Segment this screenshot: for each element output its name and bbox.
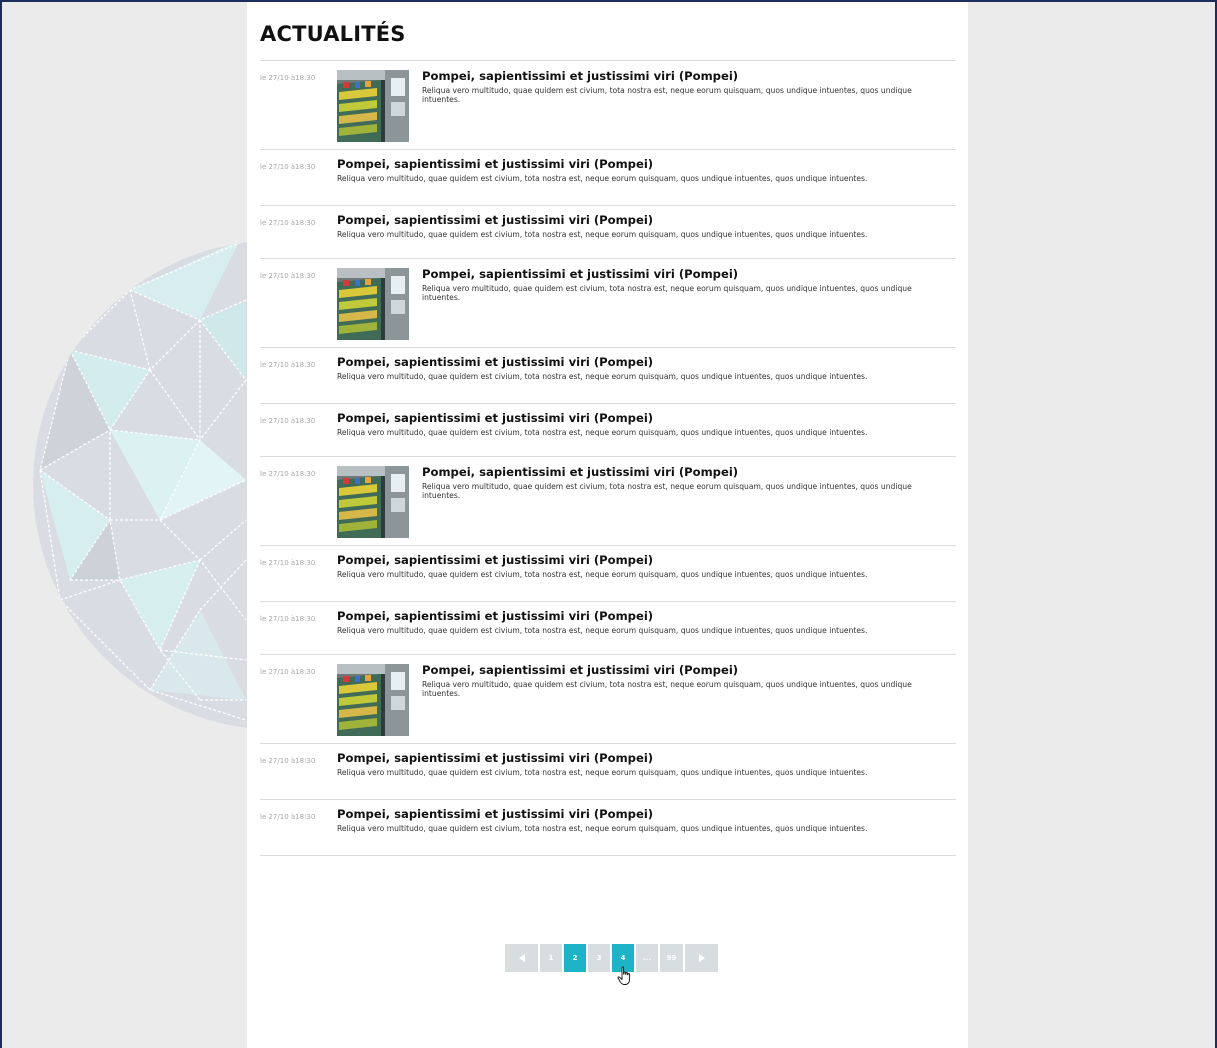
news-date: le 27/10 à18:30 <box>260 757 316 765</box>
news-date: le 27/10 à18:30 <box>260 74 316 82</box>
news-excerpt: Reliqua vero multitudo, quae quidem est … <box>337 230 868 239</box>
news-title-link[interactable]: Pompei, sapientissimi et justissimi viri… <box>422 69 946 83</box>
news-body: Pompei, sapientissimi et justissimi viri… <box>337 553 946 579</box>
news-item[interactable]: le 27/10 à18:30 Pompei, sapientissimi et … <box>260 744 956 800</box>
news-item[interactable]: le 27/10 à18:30 Pompei, sapientissimi et … <box>260 404 956 457</box>
triangle-right-icon <box>698 954 705 962</box>
news-title-link[interactable]: Pompei, sapientissimi et justissimi viri… <box>422 465 946 479</box>
news-body: Pompei, sapientissimi et justissimi viri… <box>337 751 946 777</box>
pagination-next-button[interactable] <box>685 944 718 972</box>
news-item[interactable]: le 27/10 à18:30 Pompei, sapientissimi et… <box>260 457 956 546</box>
news-title-link[interactable]: Pompei, sapientissimi et justissimi viri… <box>337 609 946 623</box>
news-item[interactable]: le 27/10 à18:30 Pompei, sapientissimi et … <box>260 150 956 206</box>
news-excerpt: Reliqua vero multitudo, quae quidem est … <box>337 372 868 381</box>
news-date: le 27/10 à18:30 <box>260 813 316 821</box>
news-excerpt: Reliqua vero multitudo, quae quidem est … <box>337 174 868 183</box>
news-item[interactable]: le 27/10 à18:30 Pompei, sapientissimi et … <box>260 602 956 655</box>
news-thumbnail[interactable] <box>337 664 409 736</box>
news-date: le 27/10 à18:30 <box>260 361 316 369</box>
news-excerpt: Reliqua vero multitudo, quae quidem est … <box>337 768 868 777</box>
news-date: le 27/10 à18:30 <box>260 615 316 623</box>
news-title-link[interactable]: Pompei, sapientissimi et justissimi viri… <box>337 751 946 765</box>
pagination-page-3[interactable]: 3 <box>588 944 610 972</box>
news-date: le 27/10 à18:30 <box>260 668 316 676</box>
news-body: Pompei, sapientissimi et justissimi viri… <box>422 69 946 104</box>
pagination-page-99[interactable]: 99 <box>660 944 683 972</box>
news-date: le 27/10 à18:30 <box>260 417 316 425</box>
news-body: Pompei, sapientissimi et justissimi viri… <box>337 609 946 635</box>
news-excerpt: Reliqua vero multitudo, quae quidem est … <box>337 824 868 833</box>
news-excerpt: Reliqua vero multitudo, quae quidem est … <box>422 482 912 500</box>
news-body: Pompei, sapientissimi et justissimi viri… <box>337 157 946 183</box>
news-body: Pompei, sapientissimi et justissimi viri… <box>422 267 946 302</box>
pagination-prev-button[interactable] <box>505 944 538 972</box>
news-item[interactable]: le 27/10 à18:30 Pompei, sapientissimi et … <box>260 546 956 602</box>
news-thumbnail[interactable] <box>337 268 409 340</box>
news-body: Pompei, sapientissimi et justissimi viri… <box>337 807 946 833</box>
pagination-ellipsis: ... <box>636 944 658 972</box>
pagination-page-2[interactable]: 2 <box>564 944 586 972</box>
news-item[interactable]: le 27/10 à18:30 Pompei, sapientissimi et… <box>260 61 956 150</box>
news-body: Pompei, sapientissimi et justissimi viri… <box>337 411 946 437</box>
news-excerpt: Reliqua vero multitudo, quae quidem est … <box>337 570 868 579</box>
news-item[interactable]: le 27/10 à18:30 Pompei, sapientissimi et… <box>260 259 956 348</box>
news-excerpt: Reliqua vero multitudo, quae quidem est … <box>422 86 912 104</box>
news-body: Pompei, sapientissimi et justissimi viri… <box>337 355 946 381</box>
main-content: ACTUALITÉS le 27/10 à18:30 Pompei, sapie… <box>247 2 968 1048</box>
news-body: Pompei, sapientissimi et justissimi viri… <box>422 663 946 698</box>
pagination: 1 2 3 4... 99 <box>505 944 718 972</box>
geodesic-sphere-decoration <box>33 240 250 730</box>
news-thumbnail[interactable] <box>337 70 409 142</box>
news-list: le 27/10 à18:30 Pompei, sapientissimi et… <box>260 60 956 856</box>
news-date: le 27/10 à18:30 <box>260 559 316 567</box>
hand-pointer-icon <box>617 966 631 985</box>
news-date: le 27/10 à18:30 <box>260 272 316 280</box>
news-item[interactable]: le 27/10 à18:30 Pompei, sapientissimi et … <box>260 800 956 856</box>
news-title-link[interactable]: Pompei, sapientissimi et justissimi viri… <box>337 213 946 227</box>
news-body: Pompei, sapientissimi et justissimi viri… <box>337 213 946 239</box>
news-title-link[interactable]: Pompei, sapientissimi et justissimi viri… <box>422 663 946 677</box>
news-item[interactable]: le 27/10 à18:30 Pompei, sapientissimi et … <box>260 206 956 259</box>
news-title-link[interactable]: Pompei, sapientissimi et justissimi viri… <box>422 267 946 281</box>
pagination-page-1[interactable]: 1 <box>540 944 562 972</box>
news-title-link[interactable]: Pompei, sapientissimi et justissimi viri… <box>337 411 946 425</box>
triangle-left-icon <box>518 954 525 962</box>
news-date: le 27/10 à18:30 <box>260 163 316 171</box>
news-date: le 27/10 à18:30 <box>260 219 316 227</box>
news-title-link[interactable]: Pompei, sapientissimi et justissimi viri… <box>337 553 946 567</box>
news-item[interactable]: le 27/10 à18:30 Pompei, sapientissimi et … <box>260 348 956 404</box>
news-excerpt: Reliqua vero multitudo, quae quidem est … <box>337 428 868 437</box>
news-title-link[interactable]: Pompei, sapientissimi et justissimi viri… <box>337 355 946 369</box>
news-date: le 27/10 à18:30 <box>260 470 316 478</box>
page-title: ACTUALITÉS <box>260 22 406 46</box>
news-body: Pompei, sapientissimi et justissimi viri… <box>422 465 946 500</box>
news-title-link[interactable]: Pompei, sapientissimi et justissimi viri… <box>337 157 946 171</box>
news-title-link[interactable]: Pompei, sapientissimi et justissimi viri… <box>337 807 946 821</box>
news-excerpt: Reliqua vero multitudo, quae quidem est … <box>422 284 912 302</box>
news-excerpt: Reliqua vero multitudo, quae quidem est … <box>337 626 868 635</box>
news-thumbnail[interactable] <box>337 466 409 538</box>
news-excerpt: Reliqua vero multitudo, quae quidem est … <box>422 680 912 698</box>
news-item[interactable]: le 27/10 à18:30 Pompei, sapientissimi et… <box>260 655 956 744</box>
